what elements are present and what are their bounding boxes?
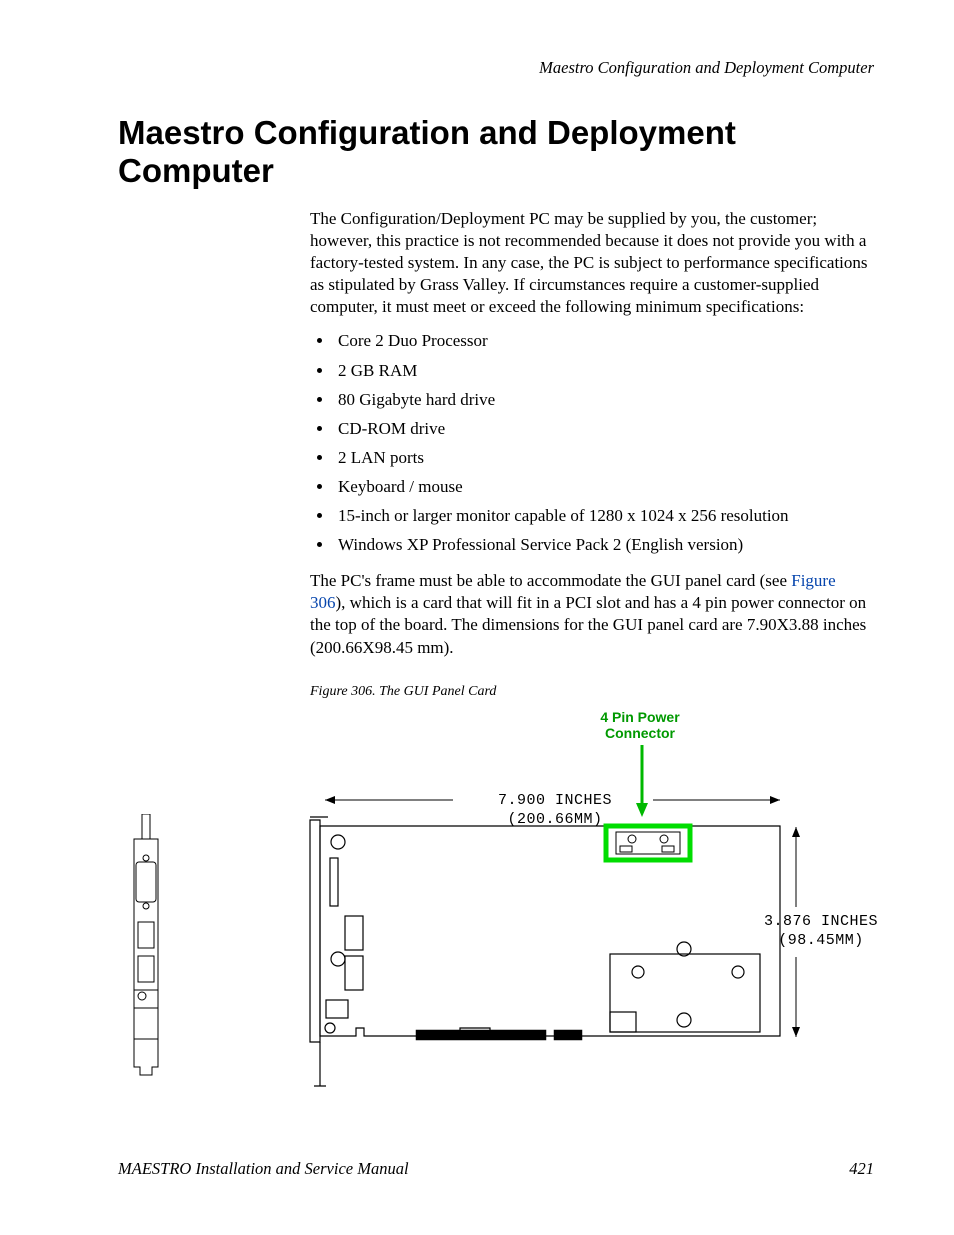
frame-paragraph: The PC's frame must be able to accommoda… [310,570,874,658]
spec-item: CD-ROM drive [334,418,874,440]
footer-page-number: 421 [849,1159,874,1179]
page-title: Maestro Configuration and Deployment Com… [118,114,874,190]
footer-manual-title: MAESTRO Installation and Service Manual [118,1159,409,1179]
spec-item: Keyboard / mouse [334,476,874,498]
callout-line2: Connector [580,725,700,741]
spec-item: 15-inch or larger monitor capable of 128… [334,505,874,527]
running-header: Maestro Configuration and Deployment Com… [118,58,874,78]
spec-item: Windows XP Professional Service Pack 2 (… [334,534,874,556]
intro-paragraph: The Configuration/Deployment PC may be s… [310,208,874,318]
callout-line1: 4 Pin Power [580,709,700,725]
figure-caption: Figure 306. The GUI Panel Card [310,683,874,701]
spec-list: Core 2 Duo Processor 2 GB RAM 80 Gigabyt… [310,330,874,556]
spec-item: 80 Gigabyte hard drive [334,389,874,411]
figure-306: 4 Pin Power Connector 7.900 INCHES (200.… [310,709,874,1129]
spec-item: 2 LAN ports [334,447,874,469]
spec-item: 2 GB RAM [334,360,874,382]
spec-item: Core 2 Duo Processor [334,330,874,352]
gui-panel-card-drawing [120,814,800,1114]
